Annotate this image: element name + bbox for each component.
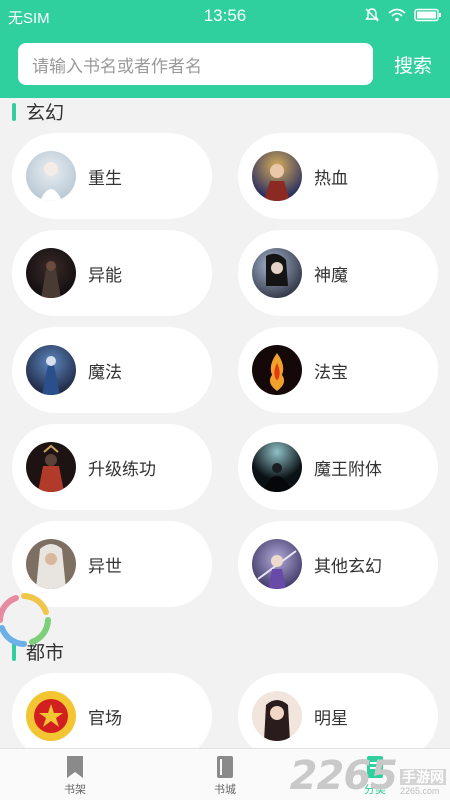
nav-bookstore[interactable]: 书城: [185, 755, 265, 797]
fire-spirit-avatar: [252, 345, 302, 395]
category-chip-mowang-futi[interactable]: 魔王附体: [238, 424, 438, 510]
category-label: 神魔: [314, 265, 348, 285]
category-label: 异能: [88, 265, 122, 285]
search-button[interactable]: 搜索: [394, 51, 432, 78]
category-chip-guanchang[interactable]: 官场: [12, 673, 212, 748]
black-haired-swordsman-avatar: [252, 248, 302, 298]
category-chip-mingxing[interactable]: 明星: [238, 673, 438, 748]
category-chip-mofa[interactable]: 魔法: [12, 327, 212, 413]
category-label: 异世: [88, 556, 122, 576]
armored-warrior-avatar: [252, 151, 302, 201]
category-chip-yineng[interactable]: 异能: [12, 230, 212, 316]
watermark-site-name: 手游网: [400, 769, 446, 785]
watermark-text: 手游网 2265.com: [400, 769, 446, 796]
status-icons: [364, 7, 442, 23]
section-accent-bar: [12, 102, 16, 121]
book-icon: [217, 756, 233, 778]
category-label: 明星: [314, 708, 348, 728]
nav-label: 书架: [64, 784, 86, 796]
silver-haired-warrior-avatar: [26, 539, 76, 589]
red-emblem-avatar: [26, 691, 76, 741]
category-label: 重生: [88, 168, 122, 188]
header: 请输入书名或者作者名 搜索: [0, 32, 450, 98]
bottom-nav: 书架 书城 分类 2265 手游网 2265.com: [0, 748, 450, 800]
category-chip-rexue[interactable]: 热血: [238, 133, 438, 219]
loading-spinner-icon: [0, 593, 51, 647]
category-chip-chongsheng[interactable]: 重生: [12, 133, 212, 219]
demon-king-avatar: [252, 442, 302, 492]
category-chip-qita-xuanhuan[interactable]: 其他玄幻: [238, 521, 438, 607]
section-title-label: 玄幻: [26, 103, 65, 124]
battery-icon: [414, 8, 441, 22]
section-title-xuanhuan: 玄幻: [12, 98, 64, 125]
watermark-url: 2265.com: [400, 786, 440, 796]
status-bar: 无SIM 13:56: [0, 0, 450, 32]
white-haired-girl-avatar: [26, 151, 76, 201]
blue-mage-avatar: [26, 345, 76, 395]
actress-avatar: [252, 691, 302, 741]
category-label: 魔法: [88, 362, 122, 382]
search-placeholder: 请输入书名或者作者名: [32, 56, 202, 76]
wifi-icon: [388, 8, 406, 22]
category-label: 热血: [314, 168, 348, 188]
nav-label: 书城: [214, 784, 236, 796]
category-chip-fabao[interactable]: 法宝: [238, 327, 438, 413]
search-input[interactable]: 请输入书名或者作者名: [18, 43, 373, 85]
purple-swordswoman-avatar: [252, 539, 302, 589]
category-label: 其他玄幻: [314, 556, 382, 576]
red-knight-avatar: [26, 442, 76, 492]
bookmark-icon: [67, 756, 83, 778]
category-chip-shengji-liangong[interactable]: 升级练功: [12, 424, 212, 510]
category-label: 升级练功: [88, 459, 156, 479]
category-label: 官场: [88, 708, 122, 728]
watermark-number: 2265: [289, 753, 398, 799]
category-label: 法宝: [314, 362, 348, 382]
category-content[interactable]: 玄幻 重生 热血 异能 神魔 魔法 法宝 升级练功 魔王附体 异世 其他玄幻 都…: [0, 98, 450, 748]
nav-bookshelf[interactable]: 书架: [35, 755, 115, 797]
category-label: 魔王附体: [314, 459, 382, 479]
category-chip-shenmo[interactable]: 神魔: [238, 230, 438, 316]
mute-bell-icon: [365, 8, 379, 22]
dark-armored-figure-avatar: [26, 248, 76, 298]
site-watermark: 2265 手游网 2265.com: [290, 756, 446, 796]
